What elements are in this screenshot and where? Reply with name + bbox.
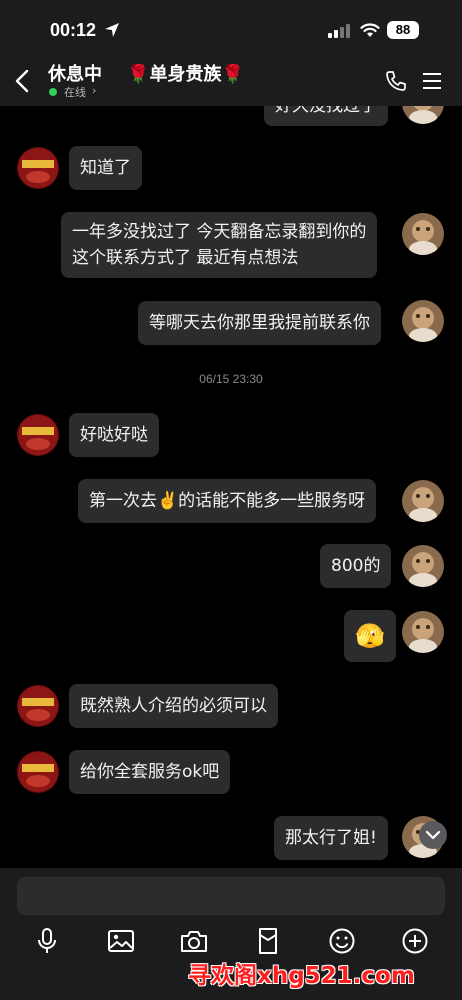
image-icon[interactable] xyxy=(106,926,136,956)
message-bubble-sent[interactable]: 800的 xyxy=(320,544,392,588)
wifi-icon xyxy=(360,23,380,37)
status-bar: 00:12 88 xyxy=(0,0,462,56)
location-arrow-icon xyxy=(105,23,119,37)
message-bubble-received[interactable]: 知道了 xyxy=(69,146,142,190)
avatar-contact[interactable] xyxy=(17,685,59,727)
plus-icon[interactable] xyxy=(400,926,430,956)
back-chevron-icon[interactable] xyxy=(12,68,34,94)
message-timestamp: 06/15 23:30 xyxy=(199,372,263,386)
online-status-text[interactable]: 在线 xyxy=(64,84,86,100)
contact-name[interactable]: 休息中 🌹单身贵族🌹 xyxy=(48,60,244,86)
chat-header: 休息中 🌹单身贵族🌹 在线 › xyxy=(0,56,462,106)
message-bubble-sent[interactable]: 那太行了姐! xyxy=(274,816,388,860)
message-bubble-sent[interactable]: 第一次去✌️的话能不能多一些服务呀 xyxy=(78,479,377,523)
signal-icon xyxy=(328,24,350,38)
battery-indicator: 88 xyxy=(387,21,419,39)
camera-icon[interactable] xyxy=(179,926,209,956)
status-chevron-icon: › xyxy=(92,84,97,97)
avatar-contact[interactable] xyxy=(17,147,59,189)
avatar-self[interactable] xyxy=(402,300,444,342)
message-bubble-received[interactable]: 既然熟人介绍的必须可以 xyxy=(69,684,278,728)
watermark-text: 寻欢阁xhg521.com xyxy=(188,963,415,989)
message-bubble-received[interactable]: 好哒好哒 xyxy=(69,413,159,457)
microphone-icon[interactable] xyxy=(32,926,62,956)
message-bubble-sent[interactable]: 一年多没找过了 今天翻备忘录翻到你的 这个联系方式了 最近有点想法 xyxy=(61,212,378,278)
message-input[interactable] xyxy=(17,877,445,915)
message-bubble-received[interactable]: 给你全套服务ok吧 xyxy=(69,750,231,794)
scroll-to-bottom-button[interactable] xyxy=(419,821,447,849)
emoji-icon[interactable] xyxy=(327,926,357,956)
message-bubble-sent[interactable]: 🫣 xyxy=(344,610,396,662)
chevron-down-icon xyxy=(425,830,441,840)
avatar-self[interactable] xyxy=(402,213,444,255)
avatar-self[interactable] xyxy=(402,480,444,522)
status-time: 00:12 xyxy=(50,20,97,40)
message-bubble-sent[interactable]: 等哪天去你那里我提前联系你 xyxy=(138,301,381,345)
message-bubble-sent[interactable]: 好久没找过了 xyxy=(264,106,388,126)
avatar-self[interactable] xyxy=(402,545,444,587)
online-status-dot xyxy=(49,88,57,96)
redpacket-icon[interactable] xyxy=(253,926,283,956)
menu-icon[interactable] xyxy=(422,72,442,90)
composer: 寻欢阁xhg521.com xyxy=(0,868,462,1000)
phone-icon[interactable] xyxy=(384,69,408,93)
avatar-contact[interactable] xyxy=(17,414,59,456)
chat-messages[interactable]: 好久没找过了 知道了 一年多没找过了 今天翻备忘录翻到你的 这个联系方式了 最近… xyxy=(0,106,462,868)
avatar-self[interactable] xyxy=(402,106,444,124)
avatar-self[interactable] xyxy=(402,611,444,653)
avatar-contact[interactable] xyxy=(17,751,59,793)
